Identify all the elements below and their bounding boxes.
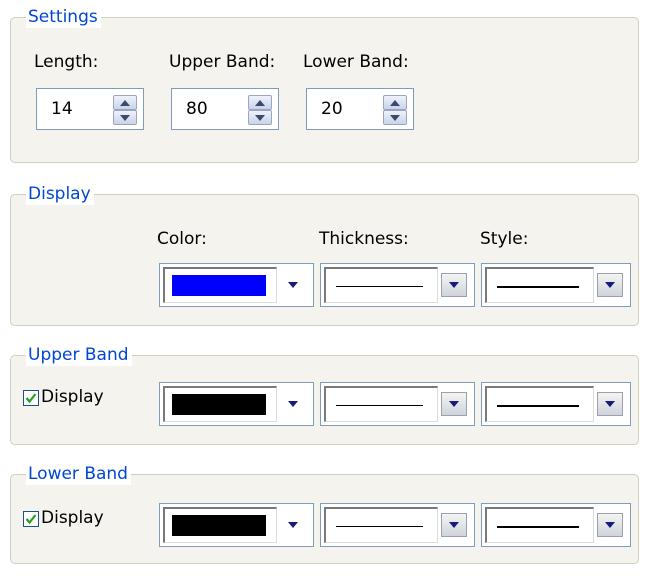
chevron-down-icon — [605, 282, 615, 288]
color-label: Color: — [157, 229, 207, 249]
display-color-dropdown[interactable] — [159, 263, 314, 307]
lower-band-spinner-buttons — [383, 95, 407, 125]
display-style-sample — [497, 285, 579, 288]
display-thickness-field — [324, 267, 438, 303]
length-spinner-buttons — [113, 95, 137, 125]
display-thickness-sample — [336, 285, 423, 287]
chevron-down-icon — [449, 522, 459, 528]
lower-band-up-button[interactable] — [383, 95, 407, 110]
lower-band-spinner[interactable]: 20 — [306, 88, 414, 130]
upper-band-thickness-sample — [336, 404, 423, 406]
lower-band-thickness-sample — [336, 525, 423, 527]
upper-band-thickness-dropdown[interactable] — [320, 382, 475, 426]
upper-band-down-button[interactable] — [248, 110, 272, 125]
chevron-down-icon — [288, 522, 298, 528]
length-down-button[interactable] — [113, 110, 137, 125]
upper-band-spinner-buttons — [248, 95, 272, 125]
upper-band-color-field — [163, 386, 277, 422]
chevron-down-icon — [288, 401, 298, 407]
display-style-dropdown-button[interactable] — [597, 273, 623, 297]
display-style-dropdown[interactable] — [481, 263, 631, 307]
length-label: Length: — [34, 52, 99, 72]
lower-band-style-field — [485, 507, 594, 543]
upper-band-color-dropdown-button[interactable] — [280, 392, 306, 416]
upper-band-color-swatch — [172, 394, 266, 415]
upper-band-color-dropdown[interactable] — [159, 382, 314, 426]
upper-band-group: Upper Band Display — [10, 344, 639, 445]
upper-band-display-checkbox[interactable] — [23, 390, 39, 406]
settings-group: Settings Length: Upper Band: Lower Band:… — [10, 6, 639, 163]
length-up-button[interactable] — [113, 95, 137, 110]
triangle-down-icon — [390, 114, 400, 121]
lower-band-color-field — [163, 507, 277, 543]
upper-band-thickness-dropdown-button[interactable] — [441, 392, 467, 416]
lower-band-label: Lower Band: — [303, 52, 409, 72]
display-thickness-dropdown[interactable] — [320, 263, 475, 307]
lower-band-display-label[interactable]: Display — [41, 507, 104, 529]
display-color-field — [163, 267, 277, 303]
upper-band-value[interactable]: 80 — [186, 99, 208, 119]
lower-band-thickness-dropdown[interactable] — [320, 503, 475, 547]
upper-band-style-dropdown[interactable] — [481, 382, 631, 426]
display-color-swatch — [172, 275, 266, 296]
thickness-label: Thickness: — [319, 229, 409, 249]
lower-band-down-button[interactable] — [383, 110, 407, 125]
chevron-down-icon — [605, 401, 615, 407]
upper-band-style-field — [485, 386, 594, 422]
chevron-down-icon — [449, 401, 459, 407]
lower-band-group-title: Lower Band — [26, 463, 131, 485]
display-group: Display Color: Thickness: Style: — [10, 183, 639, 326]
lower-band-style-sample — [497, 525, 579, 528]
triangle-up-icon — [390, 99, 400, 106]
display-style-field — [485, 267, 594, 303]
triangle-up-icon — [255, 99, 265, 106]
style-label: Style: — [480, 229, 529, 249]
upper-band-style-dropdown-button[interactable] — [597, 392, 623, 416]
upper-band-up-button[interactable] — [248, 95, 272, 110]
chevron-down-icon — [605, 522, 615, 528]
upper-band-style-sample — [497, 404, 579, 407]
chevron-down-icon — [449, 282, 459, 288]
display-thickness-dropdown-button[interactable] — [441, 273, 467, 297]
lower-band-color-dropdown[interactable] — [159, 503, 314, 547]
display-group-title: Display — [26, 183, 94, 205]
checkmark-icon — [25, 514, 37, 525]
lower-band-value[interactable]: 20 — [321, 99, 343, 119]
length-spinner[interactable]: 14 — [36, 88, 144, 130]
upper-band-spinner[interactable]: 80 — [171, 88, 279, 130]
length-value[interactable]: 14 — [51, 99, 73, 119]
lower-band-style-dropdown[interactable] — [481, 503, 631, 547]
display-color-dropdown-button[interactable] — [280, 273, 306, 297]
triangle-down-icon — [120, 114, 130, 121]
chevron-down-icon — [288, 282, 298, 288]
upper-band-group-title: Upper Band — [26, 344, 132, 366]
settings-group-title: Settings — [26, 6, 101, 28]
lower-band-thickness-field — [324, 507, 438, 543]
lower-band-display-checkbox[interactable] — [23, 511, 39, 527]
upper-band-display-label[interactable]: Display — [41, 386, 104, 408]
checkmark-icon — [25, 393, 37, 404]
lower-band-style-dropdown-button[interactable] — [597, 513, 623, 537]
upper-band-label: Upper Band: — [169, 52, 276, 72]
triangle-down-icon — [255, 114, 265, 121]
lower-band-group: Lower Band Display — [10, 463, 639, 564]
lower-band-color-dropdown-button[interactable] — [280, 513, 306, 537]
lower-band-thickness-dropdown-button[interactable] — [441, 513, 467, 537]
triangle-up-icon — [120, 99, 130, 106]
upper-band-thickness-field — [324, 386, 438, 422]
lower-band-color-swatch — [172, 515, 266, 536]
